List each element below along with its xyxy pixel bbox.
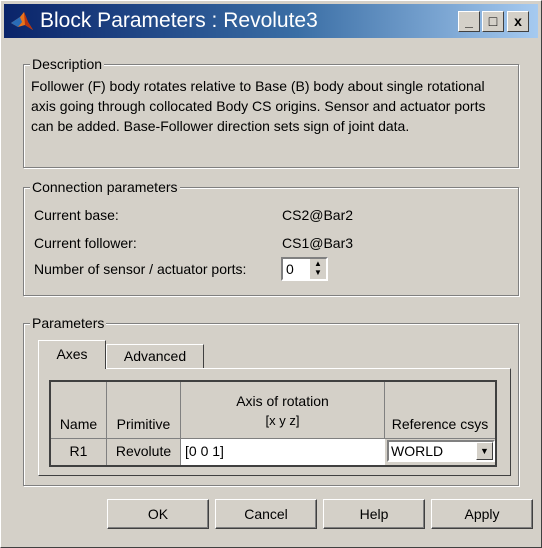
minimize-button[interactable]: _ <box>458 11 480 32</box>
axes-table: Name Primitive Axis of rotation [x y z] … <box>49 380 497 467</box>
matlab-logo-icon <box>11 12 33 30</box>
cell-name: R1 <box>51 439 107 465</box>
header-axis-line1: Axis of rotation <box>236 393 329 409</box>
description-text: Follower (F) body rotates relative to Ba… <box>31 78 486 134</box>
current-follower-value: CS1@Bar3 <box>282 235 354 251</box>
cell-primitive: Revolute <box>107 439 181 465</box>
header-csys-text: Reference csys <box>391 416 489 432</box>
header-primitive-text: Primitive <box>116 416 171 432</box>
current-follower-label: Current follower: <box>34 235 137 251</box>
spin-up-icon[interactable]: ▲ <box>310 259 326 268</box>
description-legend: Description <box>30 55 105 73</box>
chevron-down-icon[interactable]: ▼ <box>476 442 493 460</box>
header-reference-csys: Reference csys <box>385 382 495 439</box>
tab-advanced[interactable]: Advanced <box>106 344 204 368</box>
current-base-label: Current base: <box>34 207 119 223</box>
axes-tab-panel: Name Primitive Axis of rotation [x y z] … <box>38 368 511 476</box>
description-group: Description Follower (F) body rotates re… <box>23 55 519 168</box>
parameters-legend: Parameters <box>30 314 107 332</box>
header-name-text: Name <box>59 416 98 432</box>
title-bar[interactable]: Block Parameters : Revolute3 _ □ x <box>4 4 538 38</box>
header-name: Name <box>51 382 107 439</box>
block-parameters-dialog: Block Parameters : Revolute3 _ □ x Descr… <box>0 0 542 548</box>
help-button[interactable]: Help <box>323 499 425 529</box>
ports-value[interactable]: 0 <box>286 260 294 278</box>
connection-parameters-group: Connection parameters Current base: CS2@… <box>23 178 519 296</box>
connection-legend: Connection parameters <box>30 178 180 196</box>
axis-input[interactable]: [0 0 1] <box>181 439 385 465</box>
reference-csys-value: WORLD <box>391 443 444 459</box>
header-primitive: Primitive <box>107 382 181 439</box>
header-axis-line2: [x y z] <box>265 413 300 428</box>
parameters-group: Parameters Axes Advanced Name Primitive … <box>23 314 519 486</box>
close-button[interactable]: x <box>507 11 529 32</box>
maximize-button[interactable]: □ <box>482 11 504 32</box>
spin-down-icon[interactable]: ▼ <box>310 268 326 277</box>
tab-axes[interactable]: Axes <box>38 340 106 369</box>
header-axis: Axis of rotation [x y z] <box>181 382 385 439</box>
apply-button[interactable]: Apply <box>431 499 533 529</box>
ok-button[interactable]: OK <box>107 499 209 529</box>
ports-spinner[interactable]: 0 ▲ ▼ <box>281 257 328 281</box>
current-base-value: CS2@Bar2 <box>282 207 354 223</box>
window-title: Block Parameters : Revolute3 <box>40 9 318 32</box>
ports-label: Number of sensor / actuator ports: <box>34 261 247 277</box>
spinner-buttons[interactable]: ▲ ▼ <box>310 259 326 279</box>
cancel-button[interactable]: Cancel <box>215 499 317 529</box>
reference-csys-select[interactable]: WORLD ▼ <box>387 440 495 462</box>
